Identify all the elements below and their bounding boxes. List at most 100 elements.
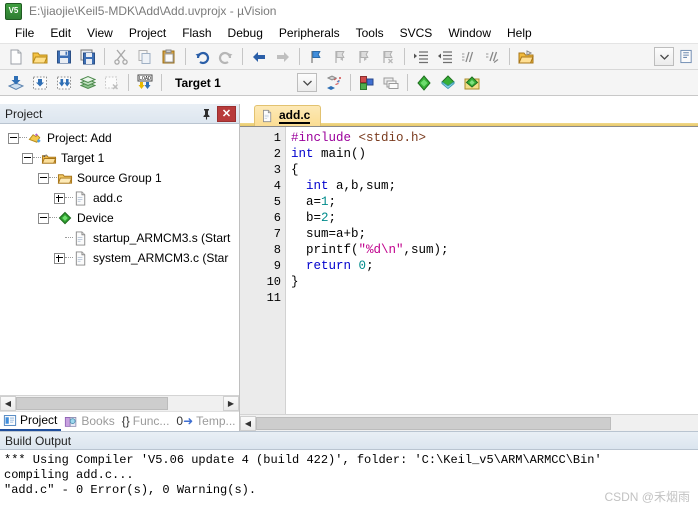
code-text[interactable]: #include <stdio.h>int main(){ int a,b,su… — [286, 127, 698, 414]
code-view[interactable]: 1 2 3 4 5 6 7 8 9 10 11 #include <stdio.… — [240, 126, 698, 414]
target-selector[interactable]: Target 1 — [172, 73, 317, 92]
download-icon[interactable]: LOAD — [134, 72, 156, 94]
bookmark-clear-icon[interactable] — [377, 46, 399, 68]
save-all-icon[interactable] — [77, 46, 99, 68]
navigate-back-icon[interactable] — [248, 46, 270, 68]
batch-build-icon[interactable] — [77, 72, 99, 94]
toolbar-overflow-button[interactable] — [654, 47, 674, 66]
tree-item-source-group[interactable]: Source Group 1 — [0, 168, 239, 188]
scroll-thumb[interactable] — [256, 417, 611, 430]
tree-expander[interactable] — [22, 153, 33, 164]
tree-expander[interactable] — [8, 133, 19, 144]
scroll-right-arrow[interactable]: ▶ — [223, 396, 239, 411]
menu-debug[interactable]: Debug — [220, 24, 271, 42]
menu-svcs[interactable]: SVCS — [392, 24, 441, 42]
device-icon — [57, 211, 73, 226]
tree-expander[interactable] — [38, 213, 49, 224]
menu-view[interactable]: View — [79, 24, 121, 42]
scroll-track[interactable] — [611, 416, 698, 431]
indent-icon[interactable] — [410, 46, 432, 68]
asm-file-icon — [73, 231, 89, 246]
menu-tools[interactable]: Tools — [348, 24, 392, 42]
open-folder-icon[interactable] — [515, 46, 537, 68]
tree-expander[interactable] — [54, 193, 65, 204]
pack-installer-icon[interactable] — [413, 72, 435, 94]
outdent-icon[interactable] — [434, 46, 456, 68]
line-number: 2 — [240, 146, 285, 162]
menu-file[interactable]: File — [7, 24, 42, 42]
menu-window[interactable]: Window — [440, 24, 499, 42]
bookmark-next-icon[interactable] — [353, 46, 375, 68]
manage-run-time-icon[interactable] — [437, 72, 459, 94]
build-output-body[interactable]: *** Using Compiler 'V5.06 update 4 (buil… — [0, 450, 698, 509]
multi-project-icon[interactable] — [380, 72, 402, 94]
scroll-thumb[interactable] — [16, 397, 168, 410]
project-panel-tabs: Project Books {} Func... — [0, 411, 239, 431]
tree-item-label: Target 1 — [61, 151, 104, 165]
menu-help[interactable]: Help — [499, 24, 540, 42]
editor-tab-label: add.c — [279, 109, 310, 124]
navigate-forward-icon[interactable] — [272, 46, 294, 68]
tree-item-startup-armcm3[interactable]: startup_ARMCM3.s (Start — [0, 228, 239, 248]
tree-item-project[interactable]: Project: Add — [0, 128, 239, 148]
undo-icon[interactable] — [191, 46, 213, 68]
line-number-gutter: 1 2 3 4 5 6 7 8 9 10 11 — [240, 127, 286, 414]
cut-icon[interactable] — [110, 46, 132, 68]
code-line: { — [291, 162, 698, 178]
manage-project-items-icon[interactable] — [356, 72, 378, 94]
rebuild-icon[interactable] — [53, 72, 75, 94]
menu-edit[interactable]: Edit — [42, 24, 79, 42]
paste-icon[interactable] — [158, 46, 180, 68]
tab-project[interactable]: Project — [0, 412, 61, 431]
tab-books[interactable]: Books — [61, 412, 118, 431]
svg-text:LOAD: LOAD — [139, 76, 151, 82]
tree-item-label: startup_ARMCM3.s (Start — [93, 231, 230, 245]
build-output-line: *** Using Compiler 'V5.06 update 4 (buil… — [4, 453, 694, 468]
code-token: <stdio.h> — [359, 131, 427, 145]
project-panel-header: Project ✕ — [0, 104, 239, 124]
tree-connector — [49, 217, 57, 219]
code-token: a,b,sum; — [329, 179, 397, 193]
project-tree-hscrollbar[interactable]: ◀ ▶ — [0, 395, 239, 411]
code-line: return 0; — [291, 258, 698, 274]
chevron-down-icon[interactable] — [297, 73, 317, 92]
menu-project[interactable]: Project — [121, 24, 174, 42]
configuration-wizard-icon[interactable] — [675, 46, 697, 68]
editor-tab-add-c[interactable]: add.c — [254, 105, 321, 126]
tab-functions[interactable]: {} Func... — [119, 412, 174, 431]
redo-icon[interactable] — [215, 46, 237, 68]
tree-expander[interactable] — [38, 173, 49, 184]
code-token: b= — [291, 211, 321, 225]
scroll-left-arrow[interactable]: ◀ — [240, 416, 256, 431]
menu-flash[interactable]: Flash — [174, 24, 219, 42]
tab-templates[interactable]: 0➜ Temp... — [173, 412, 239, 431]
tree-item-target[interactable]: Target 1 — [0, 148, 239, 168]
build-icon[interactable] — [29, 72, 51, 94]
close-icon[interactable]: ✕ — [217, 106, 236, 122]
scroll-track[interactable] — [168, 396, 223, 411]
scroll-left-arrow[interactable]: ◀ — [0, 396, 16, 411]
open-file-icon[interactable] — [29, 46, 51, 68]
bookmark-prev-icon[interactable] — [329, 46, 351, 68]
project-icon — [27, 131, 43, 146]
new-file-icon[interactable] — [5, 46, 27, 68]
tree-item-device[interactable]: Device — [0, 208, 239, 228]
editor-hscrollbar[interactable]: ◀ — [240, 414, 698, 431]
pin-icon[interactable] — [198, 106, 215, 122]
project-tree[interactable]: Project: Add Target 1 — [0, 124, 239, 395]
pack-manager-icon[interactable] — [461, 72, 483, 94]
tree-item-add-c[interactable]: add.c — [0, 188, 239, 208]
uncomment-icon[interactable] — [482, 46, 504, 68]
menu-peripherals[interactable]: Peripherals — [271, 24, 348, 42]
tree-expander[interactable] — [54, 253, 65, 264]
comment-icon[interactable] — [458, 46, 480, 68]
stop-build-icon[interactable] — [101, 72, 123, 94]
copy-icon[interactable] — [134, 46, 156, 68]
target-options-icon[interactable] — [323, 72, 345, 94]
tree-item-system-armcm3[interactable]: system_ARMCM3.c (Star — [0, 248, 239, 268]
bookmark-toggle-icon[interactable] — [305, 46, 327, 68]
save-icon[interactable] — [53, 46, 75, 68]
tree-connector — [19, 137, 27, 139]
translate-icon[interactable] — [5, 72, 27, 94]
code-line: int main() — [291, 146, 698, 162]
